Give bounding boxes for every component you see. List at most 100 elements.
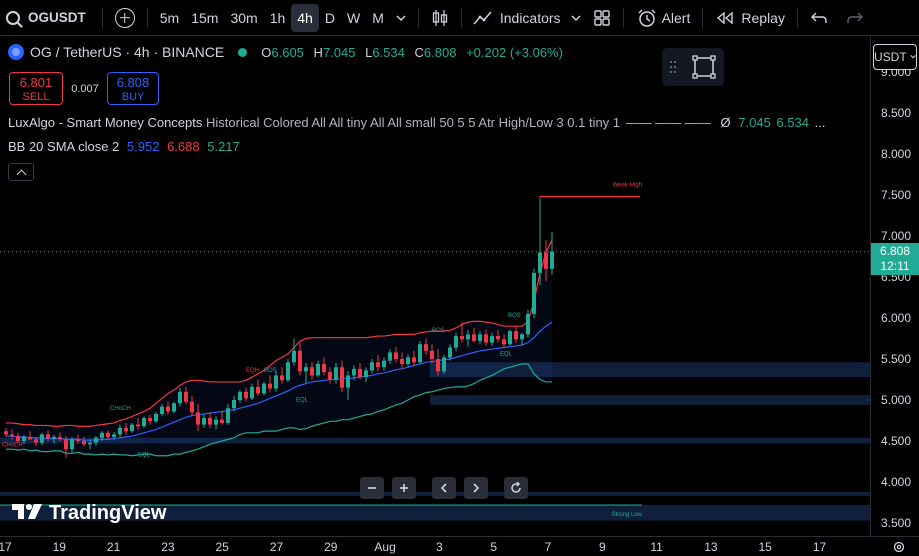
- sell-price: 6.801: [19, 75, 53, 90]
- currency-label: USDT: [874, 50, 907, 64]
- price-tick-label: 7.000: [880, 229, 911, 243]
- rewind-icon: [717, 11, 734, 24]
- reset-chart-button[interactable]: [504, 477, 528, 499]
- candle-body: [112, 434, 116, 437]
- replay-button[interactable]: Replay: [709, 4, 791, 32]
- timeframe-w[interactable]: W: [341, 4, 366, 32]
- candle-body: [292, 350, 296, 363]
- low-value: 6.534: [372, 44, 405, 60]
- candle-body: [148, 418, 152, 422]
- symbol-title[interactable]: OG / TetherUS · 4h · BINANCE: [30, 44, 224, 60]
- weak-high-label: Weak High: [613, 183, 642, 189]
- plus-icon: [400, 484, 408, 492]
- candle-body: [424, 344, 428, 351]
- price-tick-label: 8.500: [880, 106, 911, 120]
- settings-gear-icon[interactable]: [892, 540, 906, 554]
- alert-button[interactable]: Alert: [630, 4, 697, 32]
- bb-indicator-row[interactable]: BB 20 SMA close 2 5.952 6.688 5.217: [8, 139, 240, 154]
- eqh-label: EQH: [246, 368, 259, 374]
- divider: [146, 7, 148, 28]
- drag-handle-icon[interactable]: [669, 59, 677, 75]
- divider: [101, 7, 103, 28]
- smc-indicator-row[interactable]: LuxAlgo - Smart Money Concepts Historica…: [8, 115, 825, 130]
- time-tick-label: 17: [812, 540, 827, 554]
- alarm-clock-icon: [638, 9, 656, 27]
- bos-label: BOS: [508, 313, 521, 319]
- candle-body: [256, 386, 260, 394]
- eql-label: EQL: [500, 352, 513, 358]
- timeframe-5m[interactable]: 5m: [154, 4, 185, 32]
- tradingview-wordmark: TradingView: [49, 501, 167, 524]
- timeframe-30m[interactable]: 30m: [224, 4, 263, 32]
- collapse-legend-button[interactable]: [8, 163, 34, 181]
- candle-body: [382, 360, 386, 368]
- candle-body: [490, 336, 494, 343]
- chart-type-button[interactable]: [425, 4, 455, 32]
- candle-body: [10, 434, 14, 437]
- smc-indicator-params: Historical Colored All All tiny All All …: [206, 115, 621, 130]
- candle-body: [196, 412, 200, 425]
- timeframe-m[interactable]: M: [366, 4, 390, 32]
- time-tick-label: 25: [215, 540, 229, 554]
- candle-body: [526, 313, 530, 335]
- indicators-button[interactable]: Indicators: [468, 4, 565, 32]
- candle-body: [352, 368, 356, 376]
- timeframe-15m[interactable]: 15m: [185, 4, 224, 32]
- indicator-templates-dropdown[interactable]: [565, 4, 587, 32]
- chevron-down-icon: [396, 14, 406, 21]
- candle-body: [178, 391, 182, 404]
- currency-dropdown[interactable]: USDT: [873, 44, 917, 70]
- price-chart[interactable]: Weak High Strong Low CHoCH CHoCH EQH BOS EQL EQ…: [0, 37, 870, 536]
- candle-body: [298, 350, 302, 372]
- divider: [796, 7, 798, 28]
- candle-body: [376, 362, 380, 368]
- candle-body: [322, 363, 326, 373]
- zoom-out-button[interactable]: [360, 477, 384, 499]
- divider: [417, 7, 419, 28]
- candle-body: [94, 437, 98, 443]
- price-tick-label: 7.500: [880, 188, 911, 202]
- buy-price: 6.808: [116, 75, 150, 90]
- layout-button[interactable]: [587, 4, 617, 32]
- candle-body: [544, 252, 548, 269]
- close-value: 6.808: [423, 44, 457, 60]
- timeframe-4h[interactable]: 4h: [291, 3, 319, 32]
- scroll-left-button[interactable]: [432, 477, 456, 499]
- eql-label: EQL: [138, 453, 151, 459]
- chevron-left-icon: [440, 483, 447, 493]
- compare-symbol-button[interactable]: [109, 4, 141, 32]
- plus-circle-icon: [114, 7, 135, 28]
- candle-body: [478, 334, 482, 341]
- symbol-search-button[interactable]: OGUSDT: [0, 0, 96, 35]
- candle-body: [4, 431, 8, 435]
- time-tick-label: 3: [436, 540, 443, 554]
- price-axis[interactable]: 9.000 8.500 8.000 7.500 7.000 6.500 6.000 5.500…: [870, 37, 919, 536]
- select-rectangle-icon[interactable]: [691, 54, 717, 80]
- divider: [622, 7, 624, 28]
- time-tick-label: 19: [52, 540, 66, 554]
- sell-button[interactable]: 6.801 SELL: [9, 72, 63, 105]
- bos-label: BOS: [264, 368, 277, 374]
- divider: [460, 7, 462, 28]
- chevron-right-icon: [473, 483, 480, 493]
- drawing-float-toolbar[interactable]: [662, 48, 724, 86]
- zoom-in-button[interactable]: [392, 477, 416, 499]
- redo-button[interactable]: [840, 4, 870, 32]
- buy-button[interactable]: 6.808 BUY: [107, 72, 159, 105]
- scroll-right-button[interactable]: [464, 477, 488, 499]
- undo-button[interactable]: [804, 4, 834, 32]
- close-key: C: [414, 44, 424, 60]
- time-tick-label: 7: [544, 540, 552, 554]
- timeframe-dropdown[interactable]: [390, 4, 412, 32]
- time-axis[interactable]: 17 19 21 23 25 27 29 Aug 3 5 7 9 11 13 15 17: [0, 536, 919, 556]
- smc-value-1: 7.045: [738, 115, 771, 130]
- candle-body: [70, 439, 74, 450]
- candle-body: [358, 368, 362, 378]
- candle-body: [400, 359, 404, 364]
- choch-label: CHoCH: [110, 406, 131, 412]
- timeframe-1h[interactable]: 1h: [264, 4, 292, 32]
- timeframe-d[interactable]: D: [319, 4, 341, 32]
- candle-body: [76, 439, 80, 441]
- candle-body: [520, 334, 524, 340]
- tradingview-logo[interactable]: TradingView: [12, 500, 166, 526]
